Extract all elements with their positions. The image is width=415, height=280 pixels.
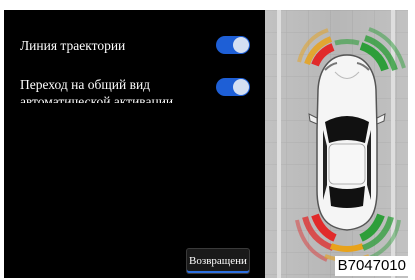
- settings-panel: Линия траектории Переход на общий вид ав…: [4, 10, 265, 278]
- car-icon: [308, 54, 386, 231]
- rear-center-yellow-arc: [329, 243, 365, 252]
- overview-auto-label-line1: Переход на общий вид: [20, 77, 151, 92]
- trajectory-line-toggle[interactable]: [216, 36, 250, 54]
- front-center-green-arc: [334, 39, 360, 46]
- car-overview-graphic: [265, 10, 408, 278]
- back-button[interactable]: Возвращени: [186, 248, 250, 274]
- overview-auto-toggle[interactable]: [216, 78, 250, 96]
- overview-auto-label-clip: автоматической активации: [20, 93, 220, 103]
- toggle-knob: [233, 79, 249, 95]
- toggle-knob: [233, 37, 249, 53]
- overview-auto-label-line2: автоматической активации: [20, 94, 174, 103]
- trajectory-line-label: Линия траектории: [20, 38, 126, 53]
- parking-overview: [265, 10, 408, 278]
- parking-settings-screen: Линия траектории Переход на общий вид ав…: [4, 10, 408, 278]
- image-code-label: B7047010: [334, 256, 409, 276]
